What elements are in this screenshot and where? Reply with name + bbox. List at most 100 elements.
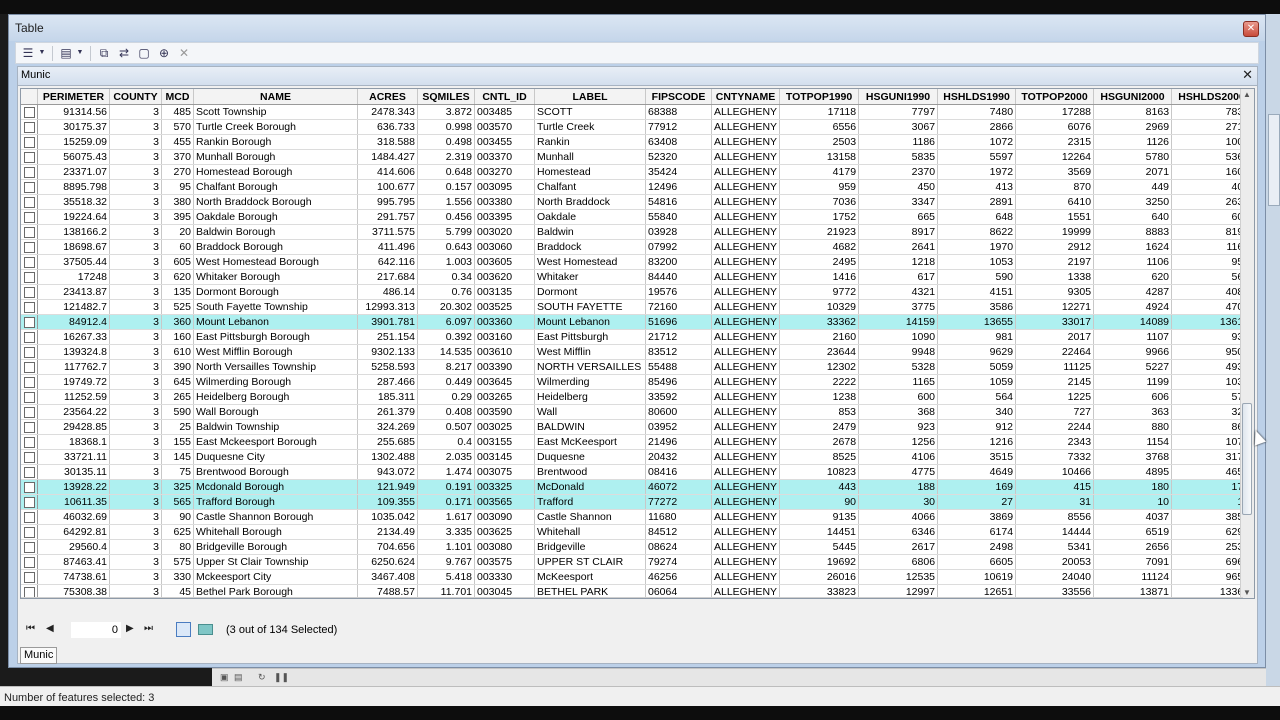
table-row[interactable]: 13928.22 3 325 Mcdonald Borough 121.949 0.191…: [21, 479, 1253, 495]
table-row[interactable]: 8895.798 3 95 Chalfant Borough 100.677 0.157 0…: [21, 179, 1253, 195]
table-cell[interactable]: ALLEGHENY: [711, 464, 781, 480]
table-cell[interactable]: 0.648: [417, 164, 475, 180]
row-selector[interactable]: [21, 449, 38, 465]
table-cell[interactable]: 564: [937, 389, 1017, 405]
table-cell[interactable]: 4151: [937, 284, 1017, 300]
table-cell[interactable]: ALLEGHENY: [711, 374, 781, 390]
switch-selection-icon[interactable]: ⇄: [116, 46, 132, 60]
table-cell[interactable]: 449: [1093, 179, 1173, 195]
table-cell[interactable]: 4682: [779, 239, 860, 255]
table-cell[interactable]: 0.498: [417, 134, 475, 150]
table-cell[interactable]: 0.4: [417, 434, 475, 450]
table-row[interactable]: 23564.22 3 590 Wall Borough 261.379 0.408 0035…: [21, 404, 1253, 420]
table-row[interactable]: 19224.64 3 395 Oakdale Borough 291.757 0.456 0…: [21, 209, 1253, 225]
table-cell[interactable]: 525: [161, 299, 194, 315]
table-cell[interactable]: 5328: [858, 359, 939, 375]
table-cell[interactable]: 83512: [645, 344, 712, 360]
table-cell[interactable]: Rankin: [534, 134, 646, 150]
table-cell[interactable]: 3: [109, 434, 162, 450]
table-cell[interactable]: North Braddock: [534, 194, 646, 210]
table-row[interactable]: 117762.7 3 390 North Versailles Township 525…: [21, 359, 1253, 375]
table-cell[interactable]: 3: [109, 554, 162, 570]
table-cell[interactable]: 12271: [1015, 299, 1095, 315]
table-cell[interactable]: 1106: [1093, 254, 1173, 270]
table-cell[interactable]: Duquesne: [534, 449, 646, 465]
row-selector-box[interactable]: [24, 167, 35, 178]
table-cell[interactable]: 5835: [858, 149, 939, 165]
table-cell[interactable]: 9302.133: [357, 344, 418, 360]
row-selector-box[interactable]: [24, 227, 35, 238]
column-header[interactable]: TOTPOP1990: [779, 89, 860, 105]
table-cell[interactable]: 7480: [937, 104, 1017, 120]
table-cell[interactable]: 12496: [645, 179, 712, 195]
table-cell[interactable]: 287.466: [357, 374, 418, 390]
table-cell[interactable]: 003155: [474, 434, 535, 450]
table-cell[interactable]: 139324.8: [37, 344, 110, 360]
table-cell[interactable]: 1416: [779, 269, 860, 285]
table-cell[interactable]: Baldwin Township: [193, 419, 358, 435]
column-header[interactable]: HSHLDS1990: [937, 89, 1017, 105]
table-cell[interactable]: 943.072: [357, 464, 418, 480]
row-selector[interactable]: [21, 569, 38, 585]
table-cell[interactable]: 003485: [474, 104, 535, 120]
table-cell[interactable]: 5258.593: [357, 359, 418, 375]
table-cell[interactable]: 9966: [1093, 344, 1173, 360]
table-row[interactable]: 29560.4 3 80 Bridgeville Borough 704.656 1.10…: [21, 539, 1253, 555]
table-cell[interactable]: 2222: [779, 374, 860, 390]
table-cell[interactable]: 5445: [779, 539, 860, 555]
table-cell[interactable]: Munhall: [534, 149, 646, 165]
table-cell[interactable]: 23644: [779, 344, 860, 360]
table-cell[interactable]: 1059: [937, 374, 1017, 390]
row-selector[interactable]: [21, 464, 38, 480]
table-cell[interactable]: 450: [858, 179, 939, 195]
table-cell[interactable]: ALLEGHENY: [711, 194, 781, 210]
table-cell[interactable]: 251.154: [357, 329, 418, 345]
table-cell[interactable]: 14.535: [417, 344, 475, 360]
table-cell[interactable]: 07992: [645, 239, 712, 255]
table-cell[interactable]: ALLEGHENY: [711, 329, 781, 345]
table-cell[interactable]: 87463.41: [37, 554, 110, 570]
table-cell[interactable]: 3: [109, 404, 162, 420]
table-cell[interactable]: 4106: [858, 449, 939, 465]
table-cell[interactable]: 1972: [937, 164, 1017, 180]
table-cell[interactable]: 08416: [645, 464, 712, 480]
table-cell[interactable]: 3901.781: [357, 314, 418, 330]
table-cell[interactable]: 003605: [474, 254, 535, 270]
table-cell[interactable]: 145: [161, 449, 194, 465]
table-cell[interactable]: 2891: [937, 194, 1017, 210]
table-cell[interactable]: 217.684: [357, 269, 418, 285]
table-cell[interactable]: 3067: [858, 119, 939, 135]
table-cell[interactable]: 870: [1015, 179, 1095, 195]
table-cell[interactable]: 2678: [779, 434, 860, 450]
table-cell[interactable]: 9629: [937, 344, 1017, 360]
table-cell[interactable]: 2.035: [417, 449, 475, 465]
table-cell[interactable]: 20.302: [417, 299, 475, 315]
table-cell[interactable]: 645: [161, 374, 194, 390]
table-cell[interactable]: 23371.07: [37, 164, 110, 180]
table-cell[interactable]: Scott Township: [193, 104, 358, 120]
table-cell[interactable]: 995.795: [357, 194, 418, 210]
table-cell[interactable]: 3: [109, 284, 162, 300]
table-cell[interactable]: 415: [1015, 479, 1095, 495]
zoom-to-selected-icon[interactable]: ⊕: [156, 46, 172, 60]
table-cell[interactable]: 1199: [1093, 374, 1173, 390]
table-cell[interactable]: Braddock Borough: [193, 239, 358, 255]
table-cell[interactable]: 590: [937, 269, 1017, 285]
table-cell[interactable]: 0.408: [417, 404, 475, 420]
table-row[interactable]: 84912.4 3 360 Mount Lebanon 3901.781 6.097 003…: [21, 314, 1253, 330]
row-selector-box[interactable]: [24, 437, 35, 448]
table-cell[interactable]: 185.311: [357, 389, 418, 405]
table-cell[interactable]: 10329: [779, 299, 860, 315]
pause-icon[interactable]: ❚❚: [274, 672, 289, 683]
table-cell[interactable]: 3: [109, 479, 162, 495]
table-cell[interactable]: Heidelberg Borough: [193, 389, 358, 405]
table-cell[interactable]: 30175.37: [37, 119, 110, 135]
table-cell[interactable]: 23564.22: [37, 404, 110, 420]
table-cell[interactable]: 2071: [1093, 164, 1173, 180]
table-cell[interactable]: 2912: [1015, 239, 1095, 255]
table-cell[interactable]: 6806: [858, 554, 939, 570]
table-cell[interactable]: 485: [161, 104, 194, 120]
table-cell[interactable]: McKeesport: [534, 569, 646, 585]
table-row[interactable]: 121482.7 3 525 South Fayette Township 12993.…: [21, 299, 1253, 315]
table-cell[interactable]: 84512: [645, 524, 712, 540]
